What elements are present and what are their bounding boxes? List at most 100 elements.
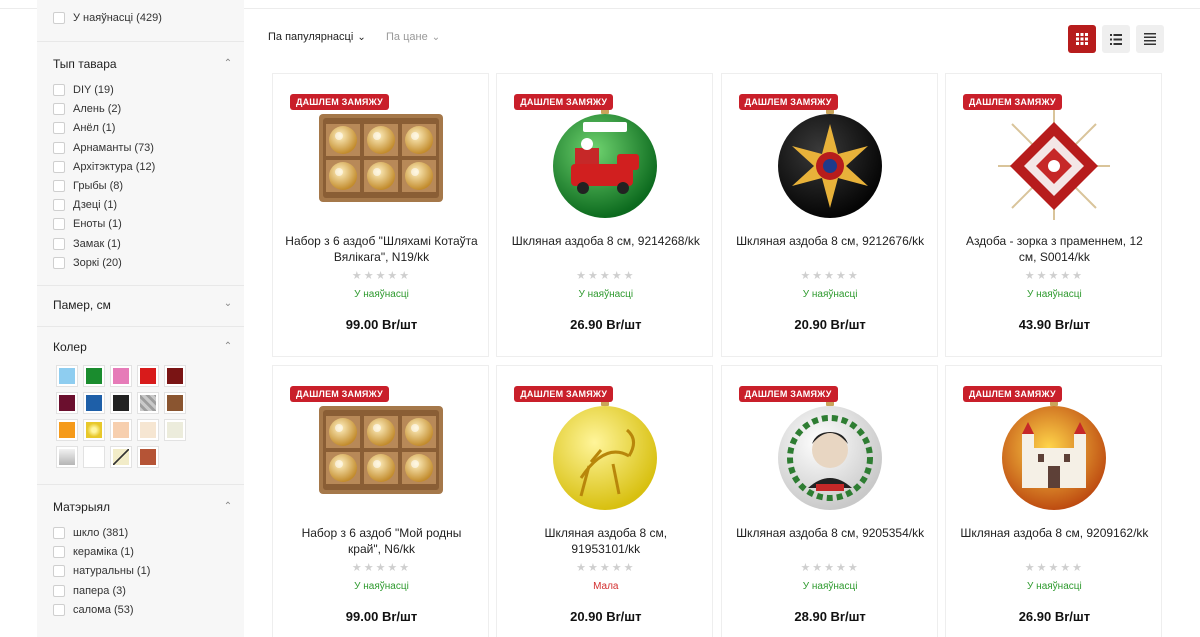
ships-abroad-badge: ДАШЛЕМ ЗАМЯЖУ	[738, 94, 838, 110]
color-swatch[interactable]	[56, 392, 78, 414]
filter-option-product-type[interactable]: Анёл (1)	[53, 122, 115, 135]
checkbox[interactable]	[53, 565, 65, 578]
grid-view-button[interactable]	[1068, 25, 1096, 53]
filter-option-product-type[interactable]: Дзеці (1)	[53, 199, 117, 212]
checkbox[interactable]	[53, 180, 65, 192]
filter-option-product-type[interactable]: Архітэктура (12)	[53, 160, 155, 173]
product-title[interactable]: Шкляная аздоба 8 см, 91953101/kk	[509, 525, 702, 557]
checkbox[interactable]	[53, 160, 65, 173]
filter-option-product-type[interactable]: DIY (19)	[53, 84, 114, 96]
section-title-material[interactable]: Матэрыял	[53, 500, 110, 514]
color-swatch[interactable]	[83, 419, 105, 441]
product-title[interactable]: Набор з 6 аздоб "Мой родны край", N6/kk	[285, 525, 478, 557]
product-card[interactable]: ДАШЛЕМ ЗАМЯЖУ Шкляная аздоба 8 см, 92053…	[720, 365, 938, 637]
filter-option-material[interactable]: кераміка (1)	[53, 546, 134, 559]
stock-status: У наяўнасці	[802, 289, 858, 300]
product-card[interactable]: ДАШЛЕМ ЗАМЯЖУ Аздоба - зорка з праменнем…	[944, 73, 1162, 357]
product-card[interactable]: ДАШЛЕМ ЗАМЯЖУ Шкляная аздоба 8 см, 92126…	[720, 73, 938, 357]
filter-in-stock[interactable]: У наяўнасці (429)	[53, 12, 162, 24]
product-title[interactable]: Шкляная аздоба 8 см, 9209162/kk	[958, 525, 1151, 541]
filter-option-product-type[interactable]: Зоркі (20)	[53, 256, 122, 269]
color-swatch[interactable]	[137, 392, 159, 414]
product-card[interactable]: ДАШЛЕМ ЗАМЯЖУ Набор з 6 аздоб "Шляхамі К…	[272, 73, 489, 357]
section-title-size[interactable]: Памер, см	[53, 298, 111, 312]
product-title[interactable]: Шкляная аздоба 8 см, 9205354/kk	[734, 525, 927, 541]
checkbox[interactable]	[53, 584, 65, 597]
sort-by-popularity[interactable]: Па папулярнасці ⌄	[268, 31, 366, 43]
color-swatch[interactable]	[110, 419, 132, 441]
filter-label: Зоркі (20)	[73, 256, 122, 269]
filter-option-product-type[interactable]: Замак (1)	[53, 237, 121, 250]
checkbox[interactable]	[53, 218, 65, 231]
chevron-down-icon[interactable]: ⌄	[223, 298, 233, 309]
checkbox[interactable]	[53, 199, 65, 212]
filter-label: Арнаманты (73)	[73, 141, 154, 154]
compact-list-view-button[interactable]	[1136, 25, 1164, 53]
color-swatch[interactable]	[56, 365, 78, 387]
rating-stars: ★★★★★	[576, 270, 636, 282]
rating-stars: ★★★★★	[1024, 270, 1085, 282]
filter-option-product-type[interactable]: Грыбы (8)	[53, 180, 123, 192]
filter-option-material[interactable]: папера (3)	[53, 584, 126, 597]
checkbox[interactable]	[53, 546, 65, 559]
chevron-up-icon[interactable]: ⌃	[223, 501, 233, 512]
compact-list-icon	[1144, 33, 1156, 45]
color-swatch[interactable]	[110, 365, 132, 387]
filter-option-material[interactable]: салома (53)	[53, 603, 134, 616]
checkbox[interactable]	[53, 603, 65, 616]
color-swatch[interactable]	[110, 446, 132, 468]
chevron-up-icon[interactable]: ⌃	[223, 58, 233, 69]
chevron-up-icon[interactable]: ⌃	[223, 341, 233, 352]
product-image[interactable]	[760, 392, 900, 512]
filter-option-material[interactable]: шкло (381)	[53, 527, 128, 539]
filter-label: Еноты (1)	[73, 218, 122, 231]
color-swatch[interactable]	[83, 365, 105, 387]
checkbox[interactable]	[53, 12, 65, 24]
color-swatch[interactable]	[164, 392, 186, 414]
color-swatch[interactable]	[164, 419, 186, 441]
product-title[interactable]: Шкляная аздоба 8 см, 9214268/kk	[509, 233, 702, 249]
product-image[interactable]	[535, 392, 675, 512]
filter-option-product-type[interactable]: Алень (2)	[53, 103, 121, 116]
product-title[interactable]: Аздоба - зорка з праменнем, 12 см, S0014…	[958, 233, 1151, 265]
product-image[interactable]	[984, 100, 1124, 220]
section-title-product-type[interactable]: Тып тавара	[53, 57, 117, 71]
filter-label: салома (53)	[73, 603, 134, 616]
filter-option-material[interactable]: натуральны (1)	[53, 565, 150, 578]
product-image[interactable]	[760, 100, 900, 220]
list-view-button[interactable]	[1102, 25, 1130, 53]
product-image[interactable]	[535, 100, 675, 220]
checkbox[interactable]	[53, 141, 65, 154]
color-swatch[interactable]	[56, 446, 78, 468]
section-title-color[interactable]: Колер	[53, 340, 87, 354]
color-swatch[interactable]	[83, 392, 105, 414]
checkbox[interactable]	[53, 103, 65, 116]
product-title[interactable]: Шкляная аздоба 8 см, 9212676/kk	[734, 233, 927, 249]
filter-option-product-type[interactable]: Еноты (1)	[53, 218, 122, 231]
checkbox[interactable]	[53, 256, 65, 269]
color-swatch[interactable]	[137, 446, 159, 468]
product-image[interactable]	[311, 392, 451, 512]
color-swatch[interactable]	[56, 419, 78, 441]
color-swatch[interactable]	[164, 365, 186, 387]
product-card[interactable]: ДАШЛЕМ ЗАМЯЖУ Шкляная аздоба 8 см, 92142…	[496, 73, 714, 357]
product-title[interactable]: Набор з 6 аздоб "Шляхамі Котаўта Вялікаг…	[285, 233, 478, 265]
product-card[interactable]: ДАШЛЕМ ЗАМЯЖУ Шкляная аздоба 8 см, 91953…	[496, 365, 714, 637]
color-swatch[interactable]	[83, 446, 105, 468]
product-image[interactable]	[311, 100, 451, 220]
chevron-down-icon: ⌄	[357, 31, 366, 43]
checkbox[interactable]	[53, 527, 65, 539]
checkbox[interactable]	[53, 237, 65, 250]
product-card[interactable]: ДАШЛЕМ ЗАМЯЖУ Набор з 6 аздоб "Мой родны…	[272, 365, 489, 637]
color-swatch[interactable]	[110, 392, 132, 414]
checkbox[interactable]	[53, 122, 65, 135]
filter-option-product-type[interactable]: Арнаманты (73)	[53, 141, 154, 154]
color-swatch[interactable]	[137, 419, 159, 441]
filter-label: DIY (19)	[73, 84, 114, 96]
checkbox[interactable]	[53, 84, 65, 96]
product-image[interactable]	[984, 392, 1124, 512]
sort-by-price[interactable]: Па цане ⌄	[386, 31, 440, 43]
stock-status: У наяўнасці	[802, 581, 858, 592]
product-card[interactable]: ДАШЛЕМ ЗАМЯЖУ Шкляная аздоба 8 см, 92091…	[944, 365, 1162, 637]
color-swatch[interactable]	[137, 365, 159, 387]
